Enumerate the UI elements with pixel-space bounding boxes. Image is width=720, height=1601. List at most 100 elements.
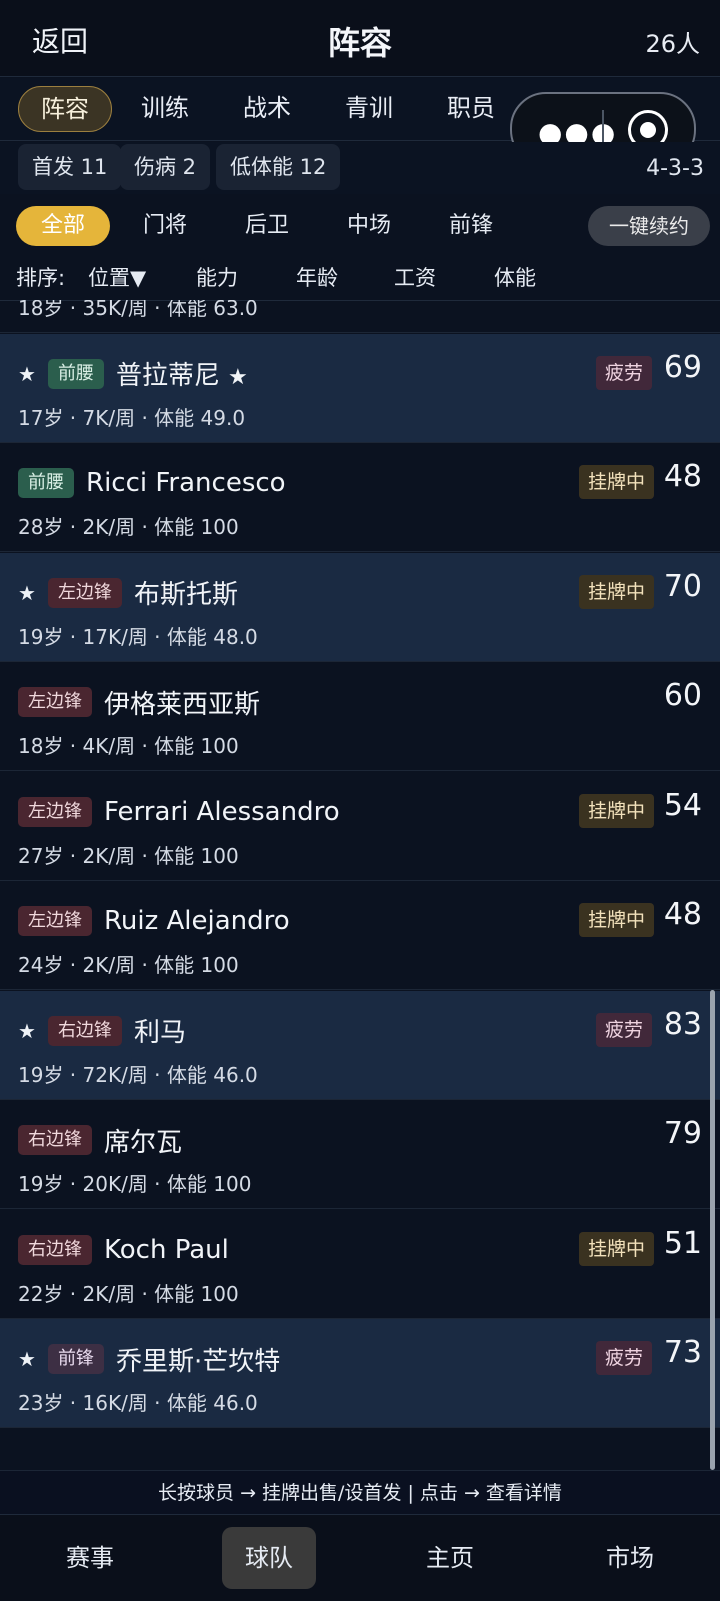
player-name-text: 伊格莱西亚斯 (104, 689, 261, 720)
player-row[interactable]: ★ 左边锋 布斯托斯 19岁 · 17K/周 · 体能 48.0 挂牌中 70 (0, 552, 720, 662)
chip-starters[interactable]: 首发 11 (18, 144, 122, 190)
filter-goalkeeper[interactable]: 门将 (128, 206, 202, 246)
star-icon: ★ (18, 1347, 36, 1371)
player-row-header: ★ 前锋 乔里斯·芒坎特 (18, 1341, 280, 1377)
player-row[interactable]: 左边锋 伊格莱西亚斯 18岁 · 4K/周 · 体能 100 60 (0, 662, 720, 771)
player-name-text: 利马 (133, 1018, 186, 1048)
player-name: Ferrari Alessandro (104, 797, 340, 827)
player-rating: 48 (663, 459, 702, 494)
usage-hint: 长按球员 → 挂牌出售/设首发 | 点击 → 查看详情 (0, 1470, 720, 1515)
fatigue-badge: 疲劳 (595, 355, 652, 390)
star-icon: ★ (18, 580, 36, 605)
player-row[interactable]: 右边锋 席尔瓦 19岁 · 20K/周 · 体能 100 79 (0, 1100, 720, 1209)
player-info: 17岁 · 7K/周 · 体能 49.0 (18, 405, 246, 430)
player-name: 布斯托斯 (134, 574, 238, 611)
player-row-header: ★ 左边锋 布斯托斯 (18, 575, 238, 611)
nav-home[interactable]: 主页 (380, 1527, 520, 1589)
player-row[interactable]: 左边锋 Ruiz Alejandro 24岁 · 2K/周 · 体能 100 挂牌中 4… (0, 881, 720, 990)
tab-training[interactable]: 训练 (128, 86, 202, 130)
position-tag: 左边锋 (47, 577, 122, 608)
tab-staff[interactable]: 职员 (434, 86, 508, 130)
player-info: 23岁 · 16K/周 · 体能 46.0 (18, 1391, 258, 1415)
player-row[interactable]: 左边锋 Ferrari Alessandro 27岁 · 2K/周 · 体能 100… (0, 772, 720, 881)
player-row-header: 左边锋 Ferrari Alessandro (18, 794, 340, 830)
renew-all-button[interactable]: 一键续约 (588, 206, 710, 246)
player-rating: 69 (663, 349, 702, 385)
player-rating: 51 (663, 1225, 702, 1261)
player-info: 19岁 · 72K/周 · 体能 46.0 (18, 1062, 258, 1087)
player-name: Ricci Francesco (86, 468, 286, 498)
position-tag: 左边锋 (18, 796, 92, 827)
player-row-header: ★ 前腰 普拉蒂尼 ★ (18, 356, 248, 392)
fatigue-badge: 疲劳 (595, 1012, 652, 1047)
page-title: 阵容 (327, 24, 392, 62)
tab-squad[interactable]: 阵容 (18, 86, 112, 132)
filter-forward[interactable]: 前锋 (434, 206, 508, 246)
nav-matches[interactable]: 赛事 (20, 1527, 160, 1589)
player-rating: 73 (663, 1335, 702, 1370)
fatigue-badge: 疲劳 (595, 1341, 652, 1375)
tab-youth[interactable]: 青训 (332, 86, 406, 130)
squad-count: 26人 (645, 30, 700, 58)
listed-badge: 挂牌中 (578, 903, 654, 937)
player-info: 18岁 · 35K/周 · 体能 63.0 (18, 300, 258, 320)
player-rating: 60 (663, 678, 702, 713)
list-scrollbar[interactable] (710, 990, 715, 1470)
player-name-text: 普拉蒂尼 (115, 361, 220, 391)
player-name-text: Koch Paul (104, 1234, 229, 1265)
position-tag: 左边锋 (18, 687, 92, 717)
player-name-text: Ricci Francesco (86, 468, 286, 498)
player-row[interactable]: 前腰桑托斯18岁 · 35K/周 · 体能 63.0挂牌中78 (0, 300, 720, 333)
sort-label: 排序: (16, 266, 66, 290)
player-info: 28岁 · 2K/周 · 体能 100 (18, 515, 239, 539)
player-name-text: 席尔瓦 (104, 1127, 183, 1158)
formation-label: 4-3-3 (646, 156, 704, 181)
player-name: Ruiz Alejandro (104, 906, 290, 936)
sort-wage[interactable]: 工资 (394, 262, 436, 292)
player-row[interactable]: 前腰 Ricci Francesco 28岁 · 2K/周 · 体能 100 挂牌中 4… (0, 443, 720, 552)
player-rating: 54 (663, 787, 702, 823)
listed-badge: 挂牌中 (578, 465, 654, 499)
player-row-header: 前腰 Ricci Francesco (18, 465, 286, 501)
player-row-header: 左边锋 伊格莱西亚斯 (18, 684, 260, 720)
player-row[interactable]: ★ 前腰 普拉蒂尼 ★ 17岁 · 7K/周 · 体能 49.0 疲劳 69 (0, 333, 720, 443)
player-name: 普拉蒂尼 ★ (116, 355, 248, 392)
player-info: 19岁 · 17K/周 · 体能 48.0 (18, 624, 258, 649)
player-rating: 79 (663, 1116, 702, 1151)
listed-badge: 挂牌中 (578, 1231, 654, 1266)
player-rating: 48 (663, 897, 702, 932)
player-info: 22岁 · 2K/周 · 体能 100 (18, 1281, 239, 1306)
position-tag: 左边锋 (18, 906, 92, 936)
player-row-header: 右边锋 席尔瓦 (18, 1122, 182, 1158)
filter-midfield[interactable]: 中场 (332, 206, 406, 246)
player-name-text: Ruiz Alejandro (104, 906, 290, 936)
filter-all[interactable]: 全部 (16, 206, 110, 246)
player-info: 18岁 · 4K/周 · 体能 100 (18, 734, 239, 758)
player-row[interactable]: ★ 前锋 乔里斯·芒坎特 23岁 · 16K/周 · 体能 46.0 疲劳 73 (0, 1319, 720, 1428)
filter-defender[interactable]: 后卫 (230, 206, 304, 246)
bottom-nav: 赛事 球队 主页 市场 (0, 1514, 720, 1601)
position-tag: 右边锋 (18, 1125, 92, 1155)
player-row-header: ★ 右边锋 利马 (18, 1013, 186, 1049)
sort-stamina[interactable]: 体能 (494, 262, 536, 292)
player-name: 利马 (134, 1012, 186, 1049)
player-name: 伊格莱西亚斯 (104, 684, 260, 721)
player-list[interactable]: 前腰桑托斯18岁 · 35K/周 · 体能 63.0挂牌中78★前腰普拉蒂尼★1… (0, 300, 720, 1470)
chip-low-stamina[interactable]: 低体能 12 (216, 144, 341, 190)
player-info: 27岁 · 2K/周 · 体能 100 (18, 843, 239, 868)
tab-tactics[interactable]: 战术 (230, 86, 304, 130)
player-rating: 70 (663, 568, 702, 604)
nav-market[interactable]: 市场 (560, 1527, 700, 1589)
player-row[interactable]: ★ 右边锋 利马 19岁 · 72K/周 · 体能 46.0 疲劳 83 (0, 990, 720, 1100)
sort-age[interactable]: 年龄 (296, 262, 338, 292)
star-icon: ★ (18, 1018, 36, 1043)
position-tag: 右边锋 (18, 1234, 92, 1265)
player-info: 19岁 · 20K/周 · 体能 100 (18, 1172, 252, 1196)
sort-ability[interactable]: 能力 (196, 262, 238, 292)
sort-position[interactable]: 位置▼ (88, 262, 146, 292)
top-bar: 返回 阵容 26人 (0, 0, 720, 77)
nav-team[interactable]: 球队 (222, 1527, 316, 1589)
player-row[interactable]: 右边锋 Koch Paul 22岁 · 2K/周 · 体能 100 挂牌中 51 (0, 1210, 720, 1319)
chip-injured[interactable]: 伤病 2 (120, 144, 211, 190)
position-tag: 前腰 (18, 468, 74, 498)
